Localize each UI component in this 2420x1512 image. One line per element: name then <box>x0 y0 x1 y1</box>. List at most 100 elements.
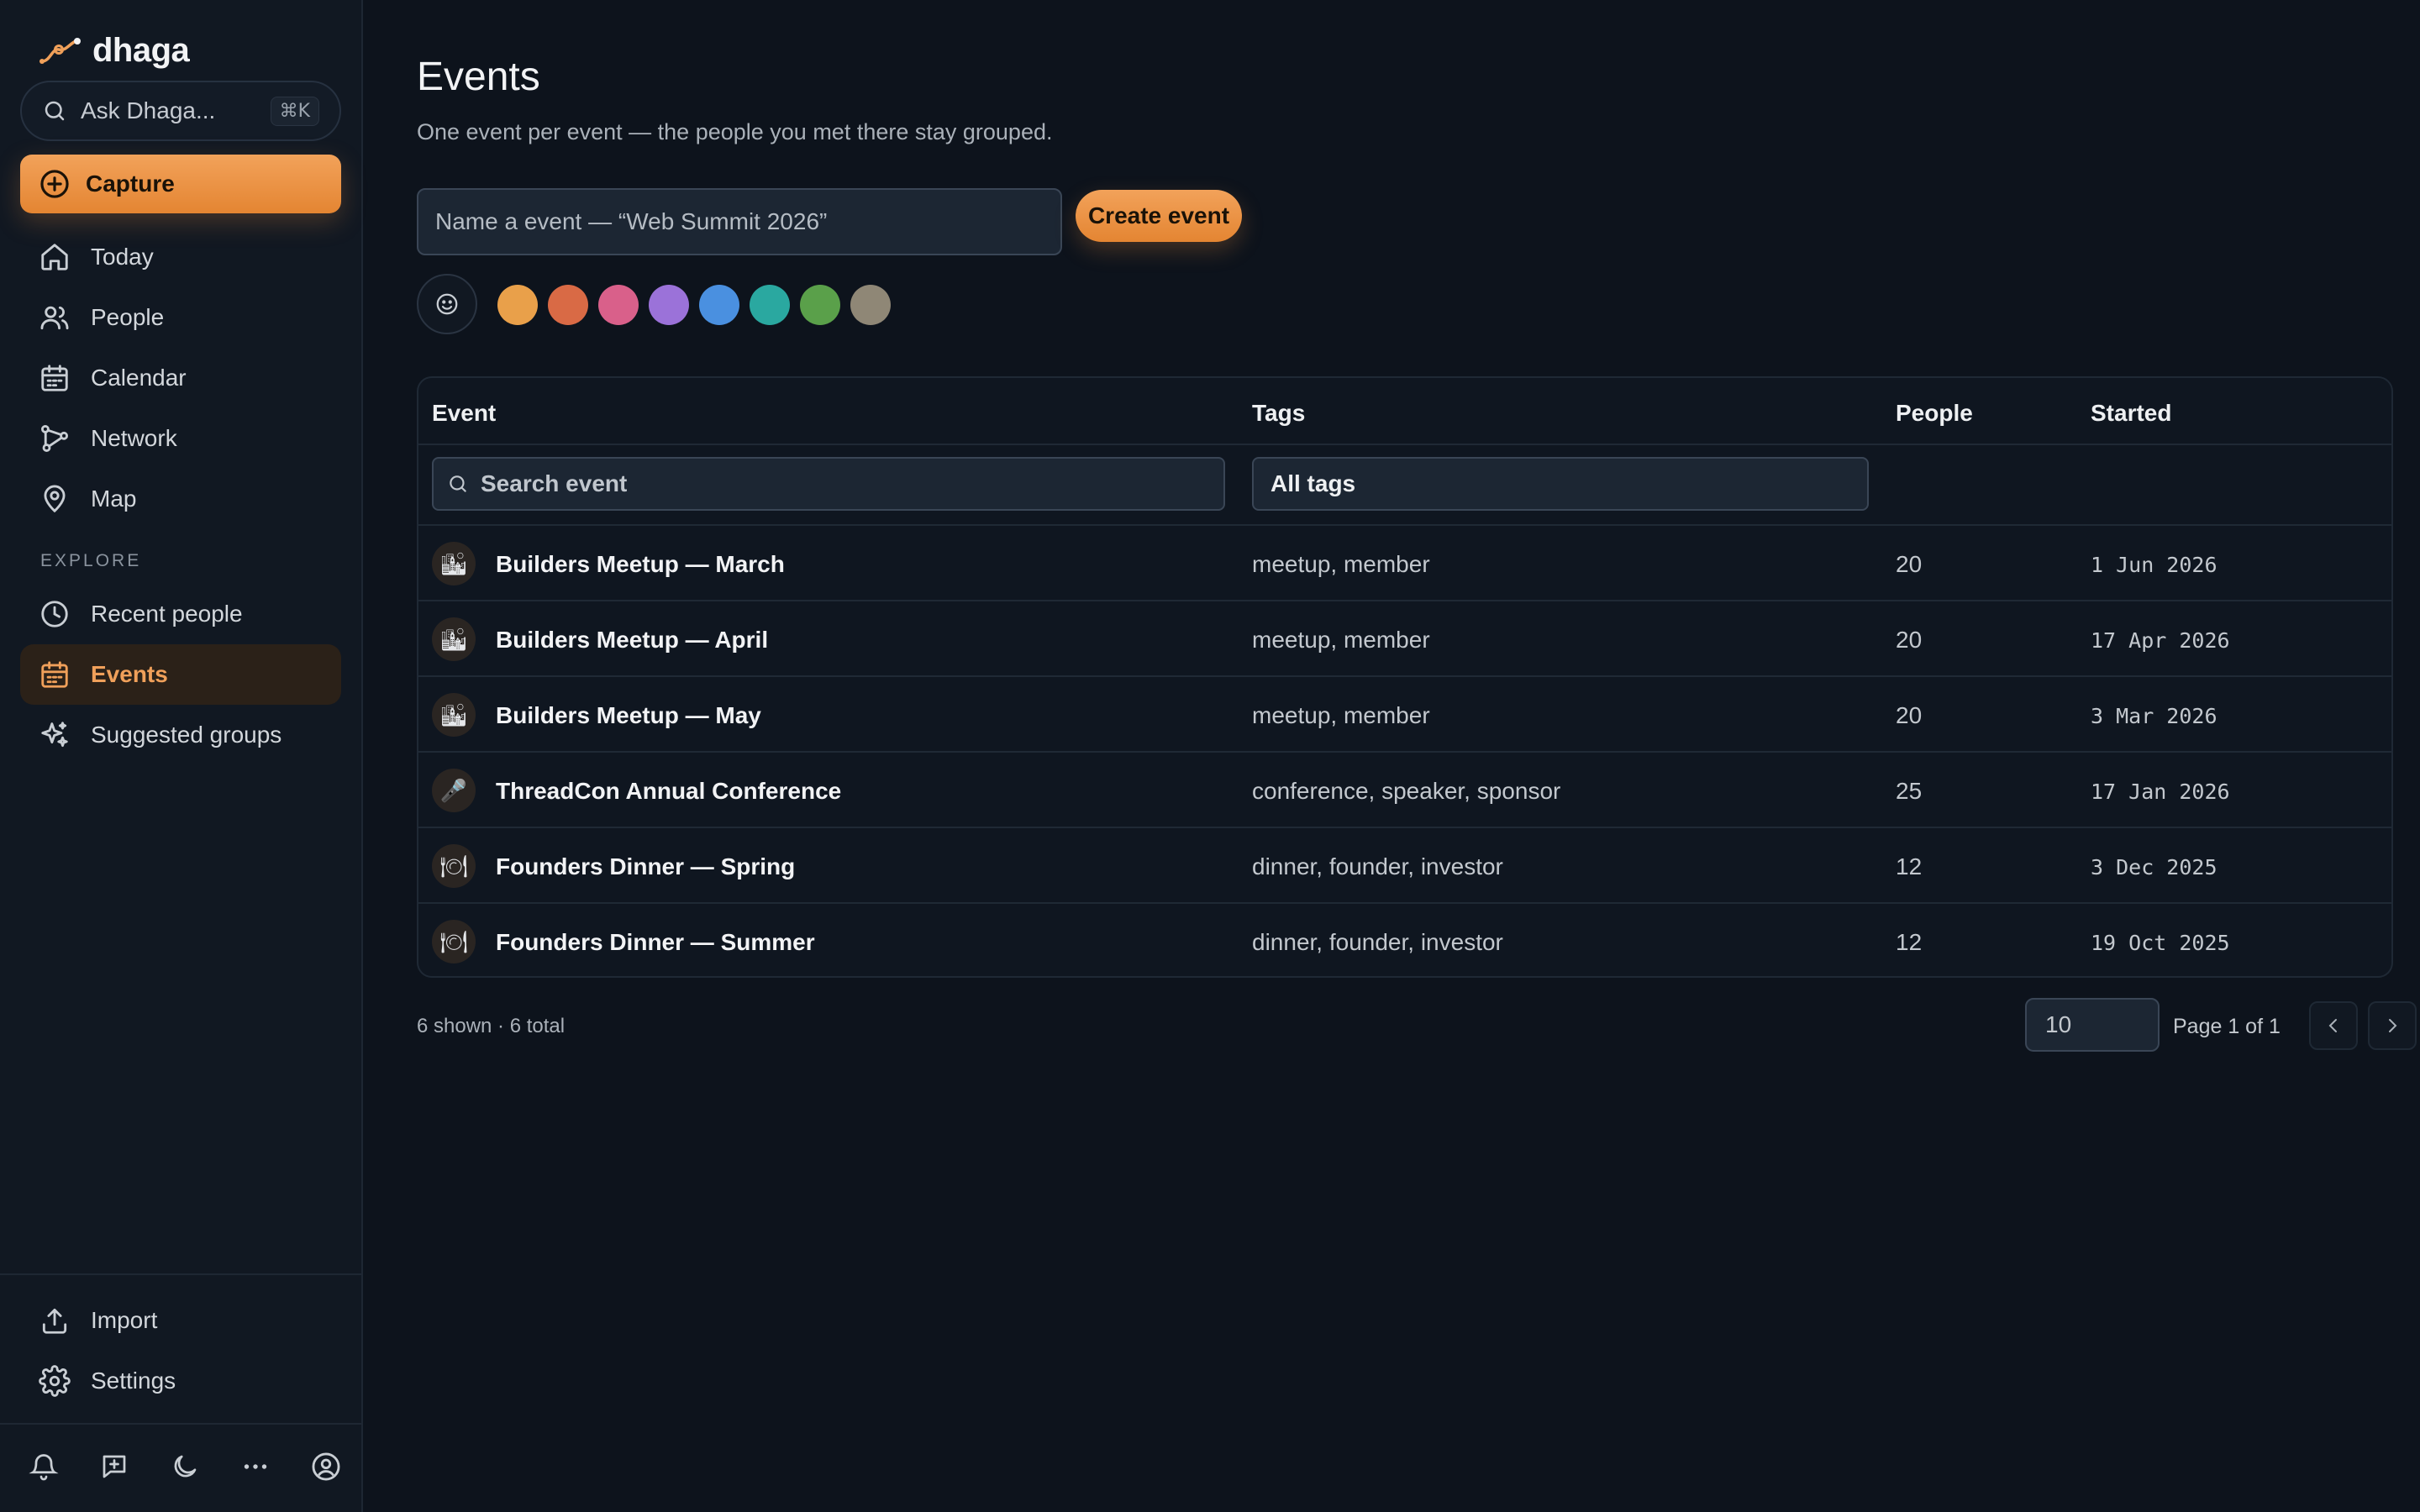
event-emoji-icon: 🍽 <box>432 844 476 888</box>
smiley-icon <box>434 291 460 317</box>
bell-icon[interactable] <box>25 1448 62 1485</box>
event-people-count: 20 <box>1896 551 1923 577</box>
event-tags: dinner, founder, investor <box>1252 853 1503 879</box>
message-plus-icon[interactable] <box>96 1448 133 1485</box>
ask-dhaga-placeholder: Ask Dhaga... <box>81 97 216 123</box>
sidebar-item-label: Map <box>91 486 137 512</box>
event-name[interactable]: Builders Meetup — March <box>496 551 785 578</box>
chevron-right-icon <box>2382 1016 2402 1036</box>
event-tags: dinner, founder, investor <box>1252 929 1503 955</box>
event-emoji-icon: 🍽 <box>432 920 476 963</box>
sidebar-divider <box>0 1273 363 1275</box>
page-subtitle: One event per event — the people you met… <box>417 119 1053 144</box>
table-filter-row: Search event All tags <box>418 445 2391 526</box>
event-started-date: 17 Jan 2026 <box>2091 780 2230 804</box>
event-name[interactable]: Builders Meetup — April <box>496 627 768 654</box>
event-name[interactable]: Founders Dinner — Spring <box>496 853 795 880</box>
event-emoji-icon: 🏙 <box>432 617 476 661</box>
color-swatch[interactable] <box>548 285 588 325</box>
event-started-date: 3 Mar 2026 <box>2091 704 2217 728</box>
explore-section-label: EXPLORE <box>40 551 142 570</box>
sidebar-item-label: Settings <box>91 1368 176 1394</box>
dhaga-logo-icon <box>39 36 82 66</box>
sidebar-item-settings[interactable]: Settings <box>20 1351 341 1411</box>
previous-page-button[interactable] <box>2309 1001 2358 1050</box>
sidebar-item-people[interactable]: People <box>20 287 341 348</box>
table-row[interactable]: 🏙 Builders Meetup — May meetup, member 20 3 … <box>418 677 2391 753</box>
event-emoji-icon: 🏙 <box>432 693 476 737</box>
event-name[interactable]: Founders Dinner — Summer <box>496 929 815 956</box>
moon-icon[interactable] <box>166 1448 203 1485</box>
table-row[interactable]: 🍽 Founders Dinner — Spring dinner, founder… <box>418 828 2391 904</box>
account-icon[interactable] <box>308 1448 345 1485</box>
upload-icon <box>39 1305 71 1336</box>
event-name[interactable]: Builders Meetup — May <box>496 702 761 729</box>
color-swatch[interactable] <box>750 285 790 325</box>
chevron-left-icon <box>2323 1016 2344 1036</box>
color-swatch[interactable] <box>800 285 840 325</box>
sidebar-item-label: Network <box>91 425 177 451</box>
sidebar-item-events[interactable]: Events <box>20 644 341 705</box>
event-tags: meetup, member <box>1252 627 1430 653</box>
ask-dhaga-search[interactable]: Ask Dhaga... ⌘K <box>20 81 341 141</box>
page-size-input[interactable]: 10 <box>2025 998 2160 1052</box>
calendar-icon <box>39 659 71 690</box>
next-page-button[interactable] <box>2368 1001 2417 1050</box>
capture-button[interactable]: Capture <box>20 155 341 213</box>
event-name-input[interactable] <box>417 188 1062 255</box>
event-emoji-icon: 🎤 <box>432 769 476 812</box>
more-icon[interactable] <box>237 1448 274 1485</box>
color-swatch[interactable] <box>699 285 739 325</box>
table-row[interactable]: 🎤 ThreadCon Annual Conference conference, … <box>418 753 2391 828</box>
color-swatch[interactable] <box>497 285 538 325</box>
event-people-count: 20 <box>1896 627 1923 653</box>
sidebar: dhaga Ask Dhaga... ⌘K Capture Today Peop… <box>0 0 363 1512</box>
sidebar-item-network[interactable]: Network <box>20 408 341 469</box>
table-row[interactable]: 🏙 Builders Meetup — March meetup, member 20… <box>418 526 2391 601</box>
event-people-count: 12 <box>1896 853 1923 879</box>
map-pin-icon <box>39 483 71 515</box>
sidebar-item-label: Suggested groups <box>91 722 282 748</box>
event-tags: meetup, member <box>1252 702 1430 728</box>
sidebar-item-import[interactable]: Import <box>20 1290 341 1351</box>
sidebar-item-label: Import <box>91 1307 158 1333</box>
event-started-date: 3 Dec 2025 <box>2091 855 2217 879</box>
sidebar-item-suggested-groups[interactable]: Suggested groups <box>20 705 341 765</box>
create-event-button[interactable]: Create event <box>1076 190 1242 242</box>
event-name[interactable]: ThreadCon Annual Conference <box>496 778 841 805</box>
table-row[interactable]: 🍽 Founders Dinner — Summer dinner, founder… <box>418 904 2391 976</box>
event-people-count: 20 <box>1896 702 1923 728</box>
sidebar-item-label: Calendar <box>91 365 187 391</box>
gear-icon <box>39 1365 71 1397</box>
app-name: dhaga <box>92 32 190 69</box>
event-tags: meetup, member <box>1252 551 1430 577</box>
event-started-date: 17 Apr 2026 <box>2091 628 2230 653</box>
sidebar-divider <box>0 1423 363 1425</box>
column-header-people[interactable]: People <box>1896 400 1973 427</box>
event-tags: conference, speaker, sponsor <box>1252 778 1561 804</box>
network-icon <box>39 423 71 454</box>
sidebar-item-label: Today <box>91 244 154 270</box>
color-swatch[interactable] <box>649 285 689 325</box>
column-header-started[interactable]: Started <box>2091 400 2171 427</box>
search-event-input[interactable]: Search event <box>432 457 1225 511</box>
sidebar-item-label: Recent people <box>91 601 243 627</box>
users-icon <box>39 302 71 333</box>
sidebar-item-recent-people[interactable]: Recent people <box>20 584 341 644</box>
sidebar-item-map[interactable]: Map <box>20 469 341 529</box>
sidebar-item-calendar[interactable]: Calendar <box>20 348 341 408</box>
column-header-tags[interactable]: Tags <box>1252 400 1305 427</box>
brand[interactable]: dhaga <box>39 32 190 70</box>
page-title: Events <box>417 55 540 99</box>
sidebar-toolbar <box>25 1448 345 1485</box>
color-swatches <box>497 285 891 325</box>
sidebar-item-today[interactable]: Today <box>20 227 341 287</box>
search-icon <box>447 473 469 495</box>
table-row[interactable]: 🏙 Builders Meetup — April meetup, member 20… <box>418 601 2391 677</box>
color-swatch[interactable] <box>850 285 891 325</box>
sidebar-item-label: People <box>91 304 165 330</box>
column-header-event[interactable]: Event <box>432 400 496 427</box>
color-swatch[interactable] <box>598 285 639 325</box>
emoji-picker-button[interactable] <box>417 274 477 334</box>
tags-filter-select[interactable]: All tags <box>1252 457 1869 511</box>
